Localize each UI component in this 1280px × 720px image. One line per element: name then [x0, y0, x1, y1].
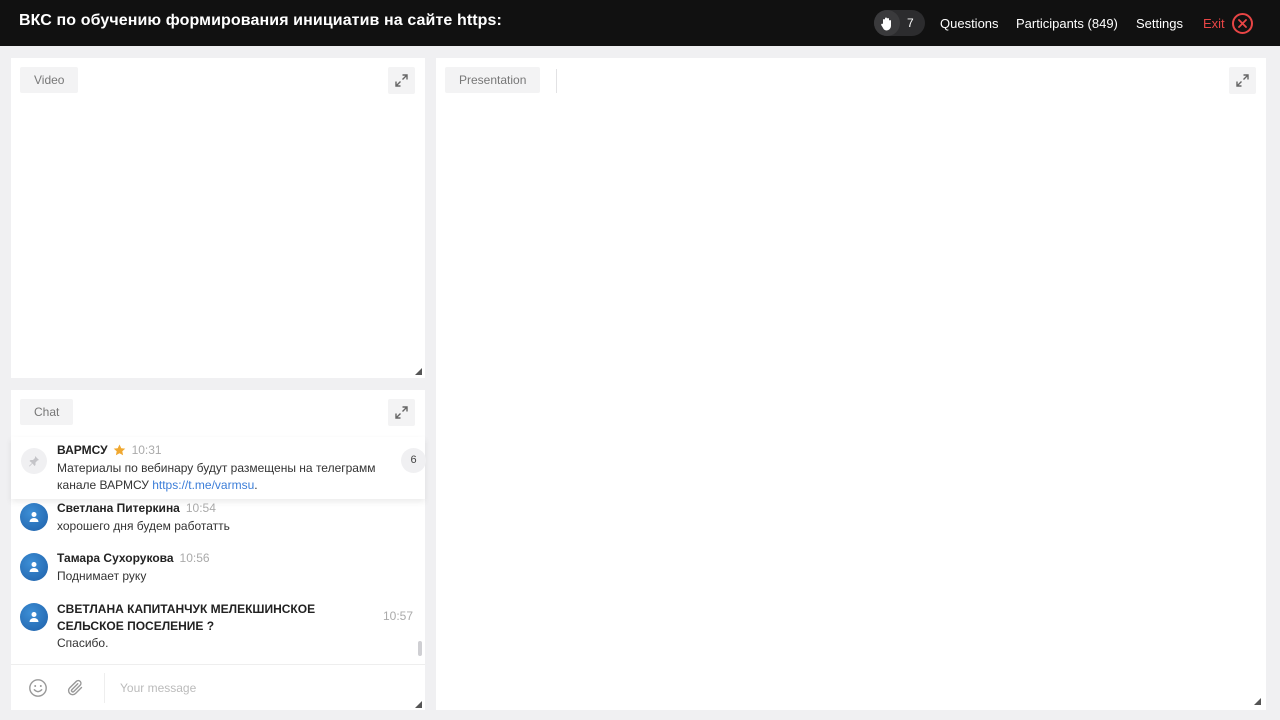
presentation-panel-tag: Presentation [445, 67, 541, 93]
video-resize-handle[interactable] [415, 368, 422, 375]
raised-hand-icon [874, 10, 900, 36]
chat-message: СВЕТЛАНА КАПИТАНЧУК МЕЛЕКШИНСКОЕ СЕЛЬСКО… [11, 601, 421, 657]
emoji-icon[interactable] [28, 678, 48, 698]
top-bar: ВКС по обучению формирования инициатив н… [0, 0, 1280, 46]
video-expand-button[interactable] [388, 67, 415, 94]
chat-message: Светлана Питеркина 10:54 хорошего дня бу… [11, 501, 421, 541]
chat-expand-button[interactable] [388, 399, 415, 426]
message-text: хорошего дня будем работатть [57, 519, 230, 533]
chat-message: Тамара Сухорукова 10:56 Поднимает руку [11, 551, 421, 591]
presentation-expand-button[interactable] [1229, 67, 1256, 94]
settings-link[interactable]: Settings [1136, 16, 1183, 31]
pinned-time: 10:31 [131, 443, 162, 457]
raised-hands-count: 7 [907, 16, 914, 30]
meeting-title: ВКС по обучению формирования инициатив н… [19, 12, 502, 29]
message-author: Тамара Сухорукова [57, 551, 174, 565]
pinned-link[interactable]: https://t.me/varmsu [152, 478, 254, 492]
divider [556, 69, 557, 93]
star-icon [113, 444, 125, 456]
video-panel: Video [11, 58, 425, 378]
pin-icon [21, 448, 47, 474]
expand-icon [395, 406, 408, 419]
chat-panel-tag: Chat [20, 399, 74, 425]
message-input[interactable] [104, 673, 404, 703]
chat-resize-handle[interactable] [415, 701, 422, 708]
chat-composer [11, 664, 425, 710]
video-panel-tag: Video [20, 67, 79, 93]
user-icon [20, 603, 48, 631]
participants-link[interactable]: Participants (849) [1016, 16, 1118, 31]
message-author: Светлана Питеркина [57, 501, 180, 515]
message-author: СВЕТЛАНА КАПИТАНЧУК МЕЛЕКШИНСКОЕ СЕЛЬСКО… [57, 602, 316, 633]
presentation-resize-handle[interactable] [1254, 698, 1261, 705]
user-icon [20, 553, 48, 581]
pinned-message[interactable]: ВАРМСУ 10:31 Материалы по вебинару будут… [11, 437, 426, 499]
expand-icon [395, 74, 408, 87]
message-text: Спасибо. [57, 636, 109, 650]
pinned-text: Материалы по вебинару будут размещены на… [57, 461, 376, 492]
message-time: 10:57 [383, 609, 414, 623]
pinned-count-badge[interactable]: 6 [401, 448, 426, 473]
raised-hands-button[interactable]: 7 [874, 10, 925, 36]
exit-link[interactable]: Exit [1203, 16, 1225, 31]
presentation-panel: Presentation [436, 58, 1266, 710]
expand-icon [1236, 74, 1249, 87]
user-icon [20, 503, 48, 531]
message-time: 10:54 [185, 501, 216, 515]
chat-scrollbar[interactable] [418, 641, 422, 656]
message-text: Поднимает руку [57, 569, 147, 583]
pinned-author: ВАРМСУ [57, 443, 108, 457]
message-time: 10:56 [179, 551, 210, 565]
paperclip-icon[interactable] [66, 678, 86, 698]
questions-link[interactable]: Questions [940, 16, 999, 31]
close-circle-icon[interactable] [1232, 13, 1253, 34]
